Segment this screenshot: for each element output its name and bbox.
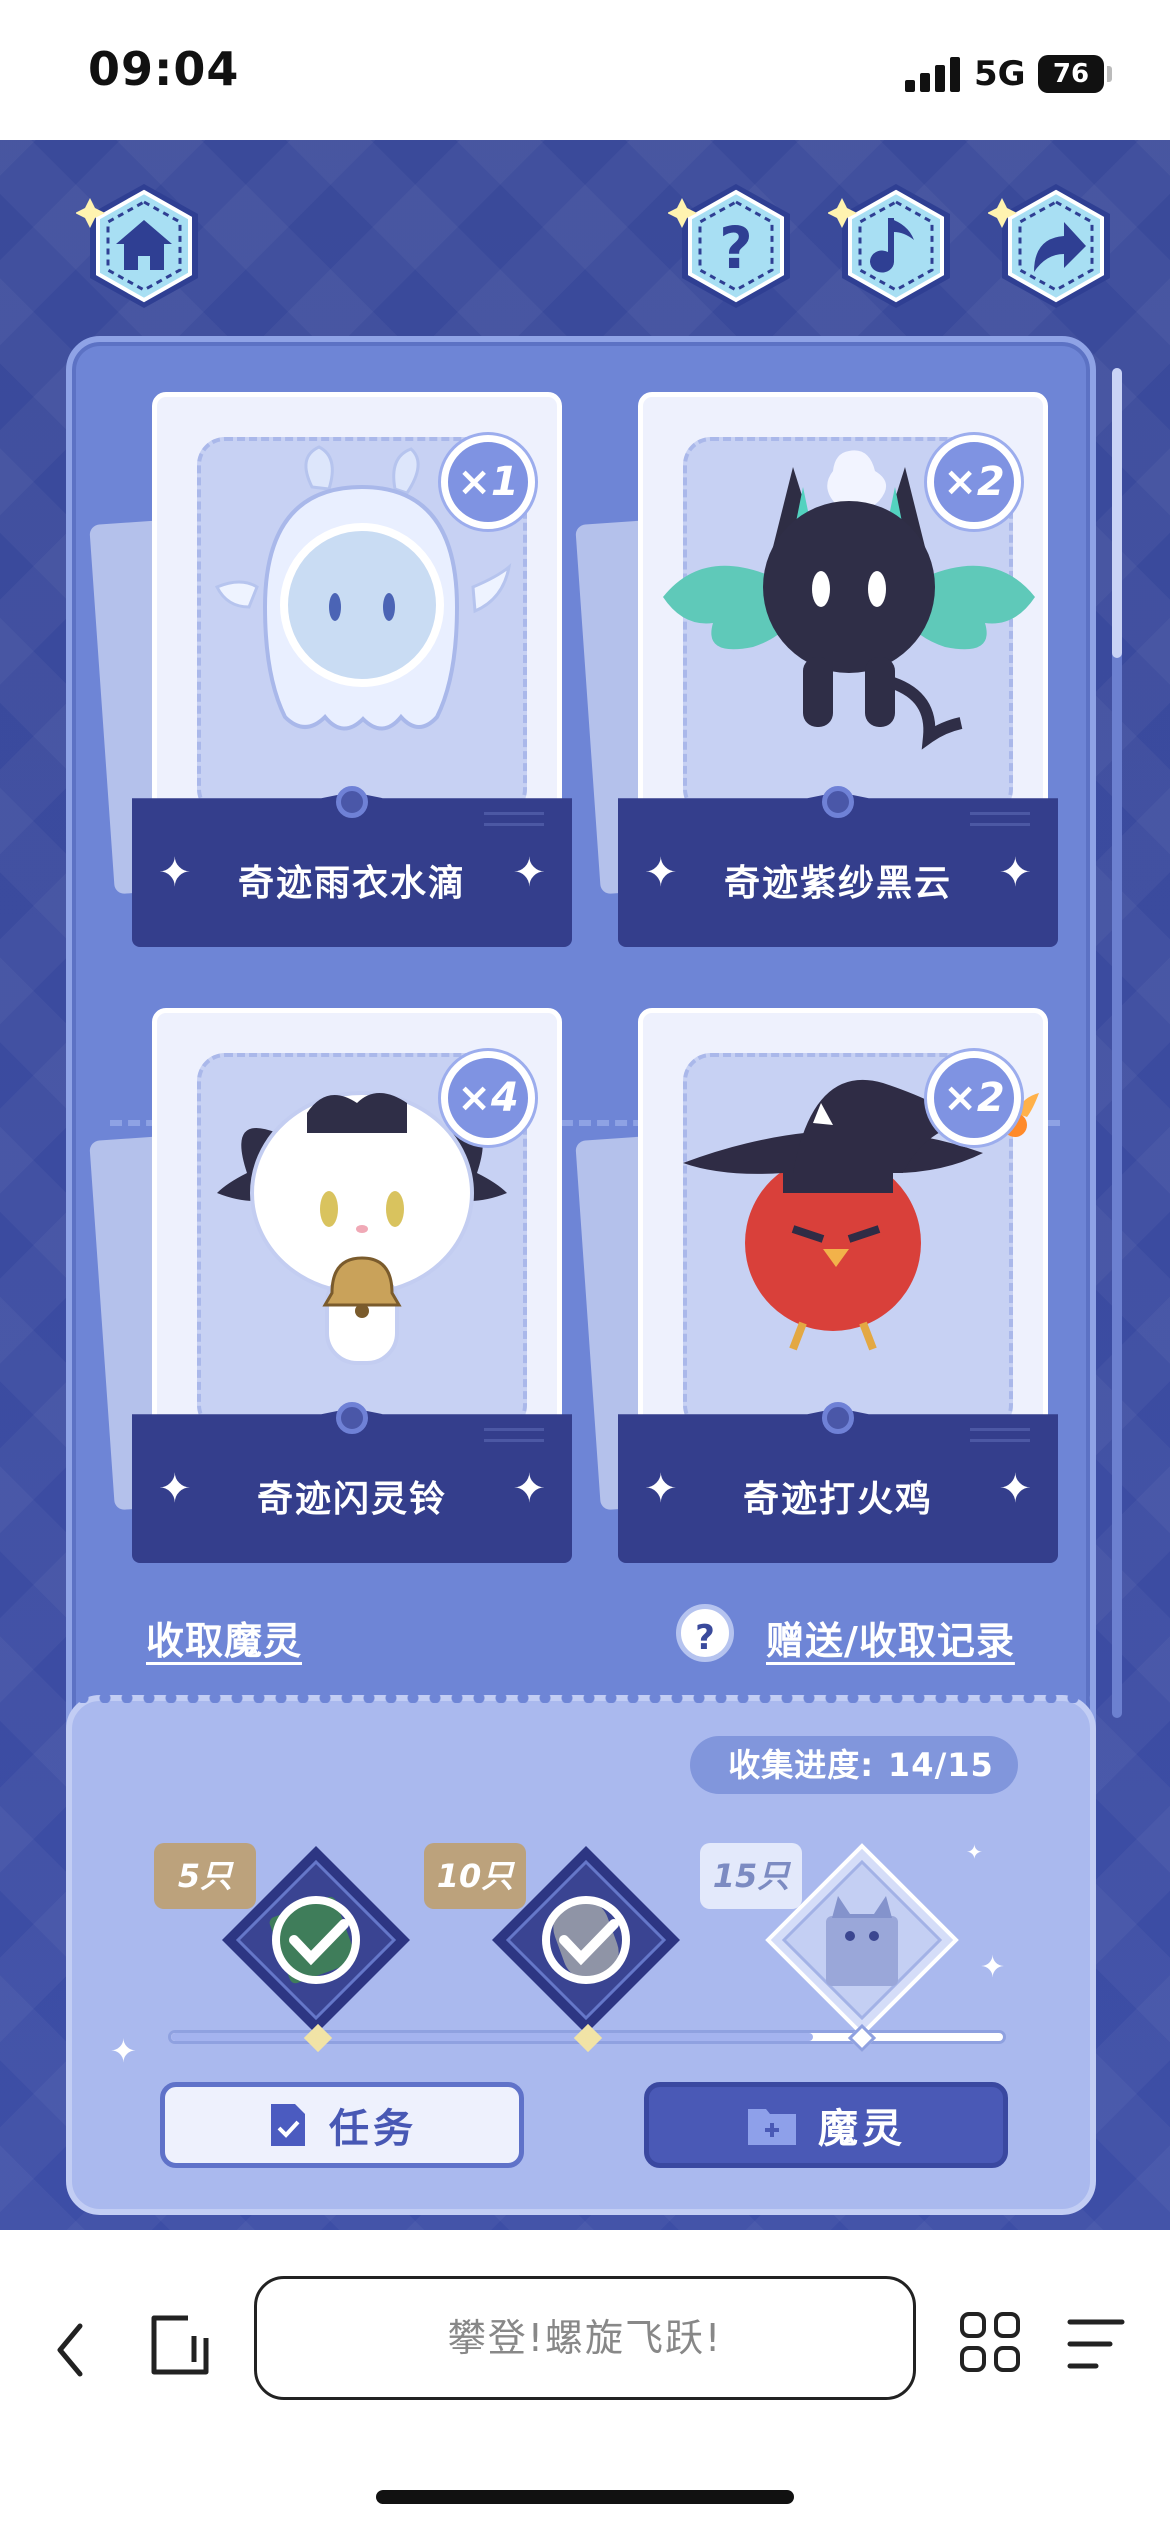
tabs-icon[interactable]: [148, 2312, 212, 2378]
card-frame: ×4: [152, 1008, 562, 1448]
sparkle-icon: ✦: [512, 1466, 546, 1512]
task-doc-icon: [271, 2104, 305, 2146]
task-tab-button[interactable]: 任务: [160, 2082, 524, 2168]
spirit-card[interactable]: ×2 ✦ 奇迹打火鸡 ✦: [575, 1008, 1058, 1583]
card-name: 奇迹紫纱黑云: [723, 863, 952, 904]
milestone-tag: 10只: [424, 1843, 526, 1909]
sparkle-icon: ✦: [980, 1950, 1006, 1985]
share-button[interactable]: [987, 178, 1124, 314]
back-arrow-icon[interactable]: [50, 2318, 90, 2382]
spirit-card[interactable]: ×1 ✦ 奇迹雨衣水滴 ✦: [89, 392, 572, 967]
share-icon: [987, 184, 1110, 308]
sparkle-icon: ✦: [512, 850, 546, 896]
card-frame: ×1: [152, 392, 562, 832]
home-button[interactable]: [75, 178, 212, 314]
nameplate-dot: [822, 786, 854, 818]
milestone-tag: 15只: [700, 1843, 802, 1909]
sparkle-icon: ✦: [998, 1466, 1032, 1512]
game-area: ? ×1 ✦ 奇迹雨衣水滴 ✦ ×2 ✦ 奇迹紫纱黑云 ✦ ×4 ✦ 奇迹闪灵铃…: [0, 140, 1170, 2230]
signal-icon: [905, 56, 961, 92]
gift-records-link[interactable]: 赠送/收取记录: [766, 1610, 1015, 1665]
progress-value: 14/15: [888, 1746, 994, 1784]
grid-apps-icon[interactable]: [958, 2310, 1022, 2374]
count-badge: ×4: [441, 1051, 535, 1145]
spirit-tab-button[interactable]: 魔灵: [644, 2082, 1008, 2168]
sparkle-icon: ✦: [998, 850, 1032, 896]
help-button[interactable]: ?: [667, 178, 804, 314]
count-badge: ×2: [927, 1051, 1021, 1145]
home-indicator: [376, 2490, 794, 2504]
svg-text:?: ?: [719, 214, 753, 282]
card-frame: ×2: [638, 392, 1048, 832]
help-icon: ?: [667, 184, 790, 308]
nameplate-lines: [970, 1428, 1030, 1442]
card-name: 奇迹雨衣水滴: [237, 863, 466, 904]
address-bar[interactable]: 攀登!螺旋飞跃!: [254, 2276, 916, 2400]
nameplate-lines: [484, 812, 544, 826]
music-icon: [827, 184, 950, 308]
milestone-tag: 5只: [154, 1843, 256, 1909]
help-icon[interactable]: ?: [676, 1604, 734, 1662]
nameplate-dot: [822, 1402, 854, 1434]
scrollbar-thumb[interactable]: [1112, 368, 1122, 658]
status-bar: 09:04 5G 76: [0, 0, 1170, 140]
nameplate-dot: [336, 786, 368, 818]
network-type: 5G: [974, 54, 1026, 94]
status-time: 09:04: [88, 42, 240, 96]
spirit-tab-label: 魔灵: [818, 2106, 906, 2152]
spirit-card[interactable]: ×4 ✦ 奇迹闪灵铃 ✦: [89, 1008, 572, 1583]
card-name: 奇迹打火鸡: [742, 1479, 933, 1520]
battery-tip: [1107, 66, 1112, 82]
task-tab-label: 任务: [329, 2106, 417, 2152]
home-icon: [75, 184, 198, 308]
nameplate-dot: [336, 1402, 368, 1434]
nameplate-lines: [484, 1428, 544, 1442]
sparkle-icon: ✦: [966, 1840, 983, 1864]
nameplate-lines: [970, 812, 1030, 826]
menu-icon[interactable]: [1066, 2316, 1126, 2372]
card-name: 奇迹闪灵铃: [256, 1479, 447, 1520]
battery-icon: 76: [1038, 55, 1104, 93]
spirit-card[interactable]: ×2 ✦ 奇迹紫纱黑云 ✦: [575, 392, 1058, 967]
sparkle-icon: ✦: [110, 2032, 137, 2070]
count-badge: ×2: [927, 435, 1021, 529]
count-badge: ×1: [441, 435, 535, 529]
collect-spirit-link[interactable]: 收取魔灵: [146, 1610, 302, 1665]
progress-pill: 收集进度: 14/15: [690, 1736, 1018, 1794]
progress-label: 收集进度:: [728, 1746, 875, 1784]
card-frame: ×2: [638, 1008, 1048, 1448]
progress-fill: [171, 2033, 813, 2041]
folder-icon: [748, 2109, 796, 2145]
music-button[interactable]: [827, 178, 964, 314]
